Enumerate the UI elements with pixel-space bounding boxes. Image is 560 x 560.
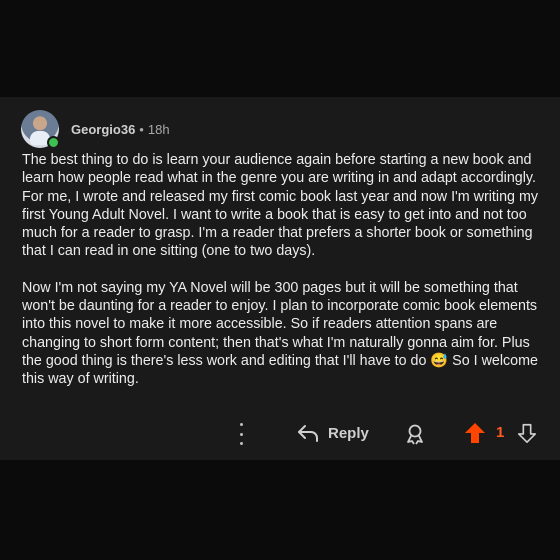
more-options-icon[interactable] [236, 423, 246, 445]
reply-button[interactable]: Reply [296, 422, 369, 444]
comment-actions: Reply 1 [0, 417, 560, 451]
avatar[interactable] [21, 110, 60, 149]
screen: Georgio36 • 18h The best thing to do is … [0, 0, 560, 560]
award-button[interactable] [404, 423, 426, 445]
downvote-button[interactable] [516, 422, 538, 444]
vote-score: 1 [496, 424, 505, 441]
comment-header: Georgio36 • 18h [21, 110, 170, 149]
reply-arrow-icon [298, 425, 318, 442]
username-link[interactable]: Georgio36 [71, 122, 135, 137]
comment-card: Georgio36 • 18h The best thing to do is … [0, 97, 560, 460]
comment-paragraph: The best thing to do is learn your audie… [22, 152, 539, 260]
comment-meta: Georgio36 • 18h [71, 122, 170, 137]
upvote-button[interactable] [463, 421, 487, 445]
timestamp: 18h [147, 121, 170, 137]
meta-separator: • [139, 121, 144, 137]
comment-body: The best thing to do is learn your audie… [22, 151, 542, 407]
online-status-indicator [47, 136, 60, 149]
reply-label: Reply [328, 424, 369, 442]
upvote-arrow-icon [465, 423, 485, 443]
award-icon [407, 424, 423, 445]
downvote-arrow-icon [517, 423, 537, 443]
comment-paragraph: Now I'm not saying my YA Novel will be 3… [22, 279, 538, 388]
